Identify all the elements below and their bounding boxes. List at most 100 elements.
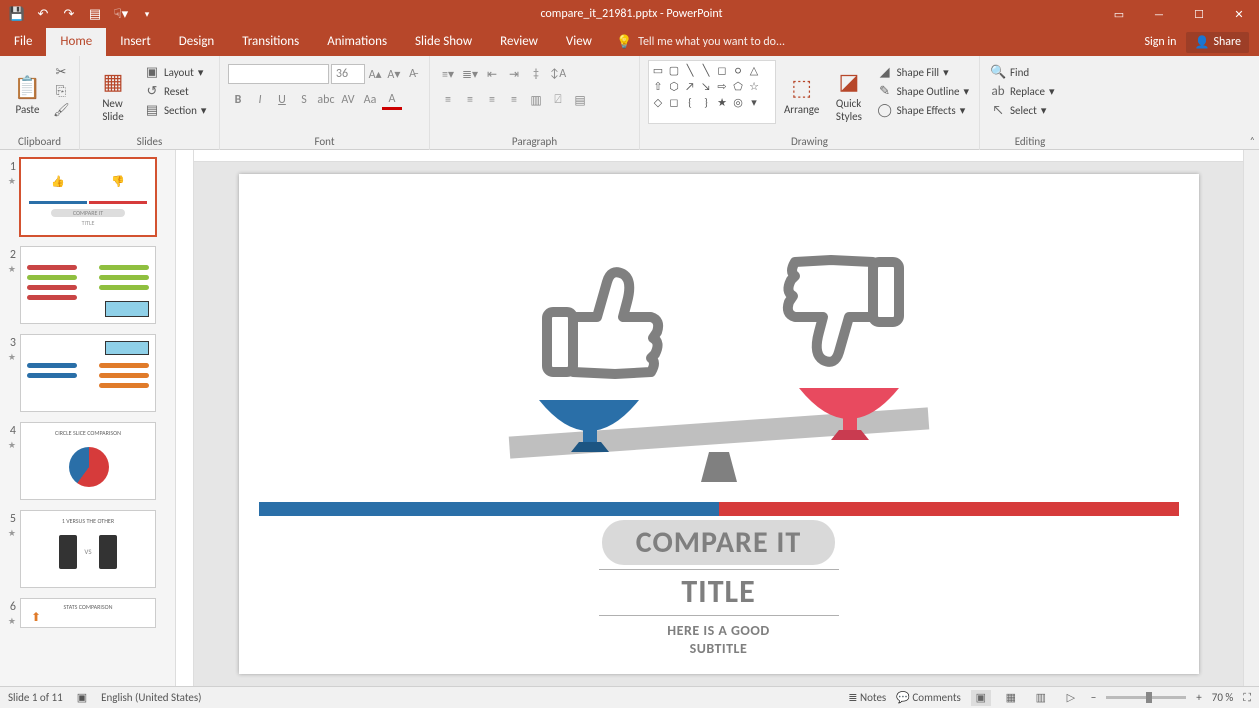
align-right-button[interactable]: ≡ — [482, 90, 502, 110]
increase-indent-button[interactable]: ⇥ — [504, 64, 524, 84]
slide-subtitle: HERE IS A GOOD SUBTITLE — [667, 622, 769, 658]
redo-icon[interactable]: ↷ — [58, 3, 80, 25]
replace-button[interactable]: abReplace ▾ — [988, 83, 1056, 100]
thumbnail-2[interactable] — [20, 246, 156, 324]
align-center-button[interactable]: ≡ — [460, 90, 480, 110]
slide[interactable]: COMPARE IT TITLE HERE IS A GOOD SUBTITLE — [239, 174, 1199, 674]
align-text-button[interactable]: ⍁ — [548, 90, 568, 110]
font-size-input[interactable] — [331, 64, 365, 84]
bold-button[interactable]: B — [228, 90, 248, 110]
scrollbar-vertical[interactable] — [1243, 150, 1259, 686]
new-slide-button[interactable]: ▦New Slide — [88, 60, 138, 130]
font-color-button[interactable]: A — [382, 90, 402, 110]
decrease-indent-button[interactable]: ⇤ — [482, 64, 502, 84]
zoom-slider[interactable] — [1106, 696, 1186, 699]
font-size-field[interactable] — [332, 67, 364, 81]
section-button[interactable]: ▤Section ▾ — [142, 102, 208, 119]
share-button[interactable]: 👤Share — [1186, 32, 1249, 53]
strike-button[interactable]: S — [294, 90, 314, 110]
grow-font-button[interactable]: A▴ — [367, 64, 384, 84]
zoom-in-icon[interactable]: + — [1196, 691, 1201, 704]
columns-button[interactable]: ▥ — [526, 90, 546, 110]
touch-mode-icon[interactable]: ☟▾ — [110, 3, 132, 25]
thumb-number: 5 — [10, 512, 16, 526]
fit-window-icon[interactable]: ⛶ — [1243, 691, 1251, 705]
tab-design[interactable]: Design — [165, 28, 228, 56]
group-paragraph: ≡▾ ≣▾ ⇤ ⇥ ‡ ↕A ≡ ≡ ≡ ≡ ▥ ⍁ ▤ Paragraph — [430, 56, 640, 150]
minimize-icon[interactable]: — — [1139, 0, 1179, 28]
thumbnail-6[interactable]: STATS COMPARISON ⬆ — [20, 598, 156, 628]
maximize-icon[interactable]: ☐ — [1179, 0, 1219, 28]
underline-button[interactable]: U — [272, 90, 292, 110]
copy-button[interactable]: ⎘ — [51, 83, 71, 100]
ribbon-options-icon[interactable]: ▭ — [1099, 0, 1139, 28]
tab-review[interactable]: Review — [486, 28, 552, 56]
page-indicator[interactable]: Slide 1 of 11 — [8, 691, 63, 704]
pen-icon: ✎ — [877, 84, 893, 99]
justify-button[interactable]: ≡ — [504, 90, 524, 110]
cut-button[interactable]: ✂ — [51, 64, 71, 81]
save-icon[interactable]: 💾 — [6, 3, 28, 25]
thumbnail-4[interactable]: CIRCLE SLICE COMPARISON — [20, 422, 156, 500]
spacing-button[interactable]: AV — [338, 90, 358, 110]
shadow-button[interactable]: abc — [316, 90, 336, 110]
zoom-level[interactable]: 70 % — [1212, 691, 1234, 704]
anim-star-icon: ★ — [8, 616, 16, 627]
thumbnail-1[interactable]: 👍 👎 COMPARE IT TITLE — [20, 158, 156, 236]
sign-in-link[interactable]: Sign in — [1144, 35, 1176, 49]
comments-button[interactable]: 💬 Comments — [896, 691, 961, 704]
tab-view[interactable]: View — [552, 28, 606, 56]
spell-check-icon[interactable]: ▣ — [77, 691, 87, 704]
case-button[interactable]: Aa — [360, 90, 380, 110]
slideshow-view-icon[interactable]: ▷ — [1061, 690, 1081, 706]
shape-outline-label: Shape Outline — [897, 85, 960, 98]
find-button[interactable]: 🔍Find — [988, 64, 1056, 81]
group-label: Drawing — [640, 135, 979, 148]
font-name-input[interactable] — [228, 64, 329, 84]
zoom-out-icon[interactable]: − — [1091, 691, 1096, 704]
bulb-icon: 💡 — [616, 35, 632, 50]
start-from-beginning-icon[interactable]: ▤ — [84, 3, 106, 25]
tab-transitions[interactable]: Transitions — [228, 28, 313, 56]
shape-effects-button[interactable]: ◯Shape Effects ▾ — [875, 102, 971, 119]
line-spacing-button[interactable]: ‡ — [526, 64, 546, 84]
layout-button[interactable]: ▣Layout ▾ — [142, 64, 208, 81]
anim-star-icon: ★ — [8, 176, 16, 187]
thumbnail-3[interactable] — [20, 334, 156, 412]
tab-slideshow[interactable]: Slide Show — [401, 28, 486, 56]
notes-button[interactable]: ≣ Notes — [848, 691, 886, 704]
shapes-gallery[interactable]: ▭▢╲╲◻○△ ⇧⬡↗↘⇨⬠☆ ◇◻{}★◎▾ — [648, 60, 776, 124]
italic-button[interactable]: I — [250, 90, 270, 110]
reading-view-icon[interactable]: ▥ — [1031, 690, 1051, 706]
tab-animations[interactable]: Animations — [313, 28, 401, 56]
format-painter-button[interactable]: 🖌 — [51, 102, 71, 119]
font-name-field[interactable] — [229, 67, 328, 81]
align-left-button[interactable]: ≡ — [438, 90, 458, 110]
tell-me-search[interactable]: 💡Tell me what you want to do... — [616, 35, 785, 50]
tab-file[interactable]: File — [0, 28, 46, 56]
close-icon[interactable]: ✕ — [1219, 0, 1259, 28]
paste-button[interactable]: 📋Paste — [8, 60, 47, 130]
collapse-ribbon-icon[interactable]: ˄ — [1250, 134, 1255, 147]
normal-view-icon[interactable]: ▣ — [971, 690, 991, 706]
tab-insert[interactable]: Insert — [106, 28, 165, 56]
language-indicator[interactable]: English (United States) — [101, 691, 201, 704]
tab-home[interactable]: Home — [46, 28, 106, 56]
bullets-button[interactable]: ≡▾ — [438, 64, 458, 84]
quick-styles-button[interactable]: ◪Quick Styles — [827, 60, 870, 130]
group-label: Paragraph — [430, 135, 639, 148]
undo-icon[interactable]: ↶ — [32, 3, 54, 25]
clear-format-button[interactable]: A̶ — [404, 64, 421, 84]
text-direction-button[interactable]: ↕A — [548, 64, 568, 84]
select-button[interactable]: ↖Select ▾ — [988, 102, 1056, 119]
smartart-button[interactable]: ▤ — [570, 90, 590, 110]
shape-outline-button[interactable]: ✎Shape Outline ▾ — [875, 83, 971, 100]
shrink-font-button[interactable]: A▾ — [385, 64, 402, 84]
sorter-view-icon[interactable]: ▦ — [1001, 690, 1021, 706]
thumbnail-5[interactable]: 1 VERSUS THE OTHER VS — [20, 510, 156, 588]
arrange-button[interactable]: ⬚Arrange — [780, 60, 823, 130]
qat-more-icon[interactable]: ▾ — [136, 3, 158, 25]
numbering-button[interactable]: ≣▾ — [460, 64, 480, 84]
reset-button[interactable]: ↺Reset — [142, 83, 208, 100]
shape-fill-button[interactable]: ◢Shape Fill ▾ — [875, 64, 971, 81]
